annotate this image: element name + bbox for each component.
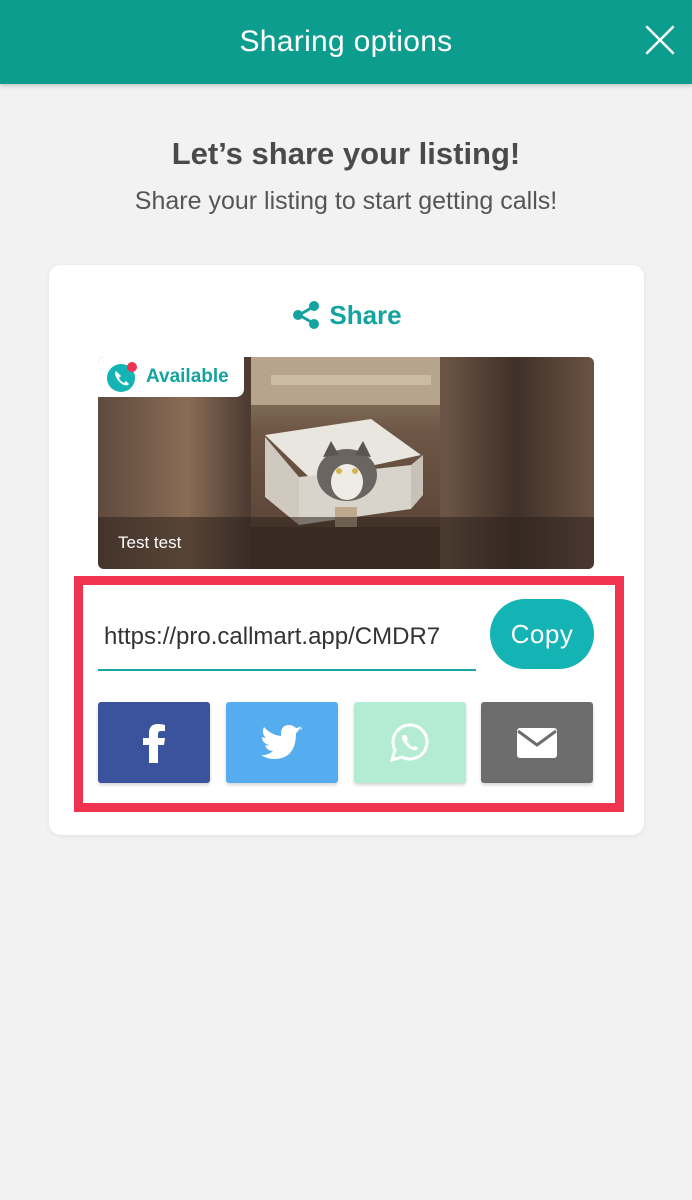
facebook-icon <box>143 723 165 763</box>
listing-caption: Test test <box>98 517 594 569</box>
share-icon <box>293 301 320 329</box>
share-card: Share Available Test test https://pro.ca… <box>49 265 644 835</box>
whatsapp-share-button[interactable] <box>354 702 466 783</box>
listing-name: Test test <box>118 533 182 552</box>
close-button[interactable] <box>642 22 678 58</box>
top-bar: Sharing options <box>0 0 692 84</box>
facebook-share-button[interactable] <box>98 702 210 783</box>
whatsapp-icon <box>389 722 429 762</box>
share-label: Share <box>329 299 402 330</box>
email-share-button[interactable] <box>481 702 593 783</box>
share-link[interactable]: Share <box>49 295 644 335</box>
page-title: Sharing options <box>239 25 453 58</box>
share-subline: Share your listing to start getting call… <box>134 187 558 215</box>
availability-badge: Available <box>98 357 244 397</box>
share-headline: Let’s share your listing! <box>171 136 521 171</box>
phone-call-icon <box>107 362 137 392</box>
envelope-icon <box>517 727 557 758</box>
availability-label: Available <box>146 366 229 387</box>
twitter-icon <box>261 724 302 759</box>
twitter-share-button[interactable] <box>226 702 338 783</box>
share-url-field[interactable]: https://pro.callmart.app/CMDR7 <box>98 605 476 671</box>
copy-button[interactable]: Copy <box>490 599 594 669</box>
listing-preview[interactable]: Available Test test <box>98 357 594 569</box>
close-icon <box>645 25 675 55</box>
